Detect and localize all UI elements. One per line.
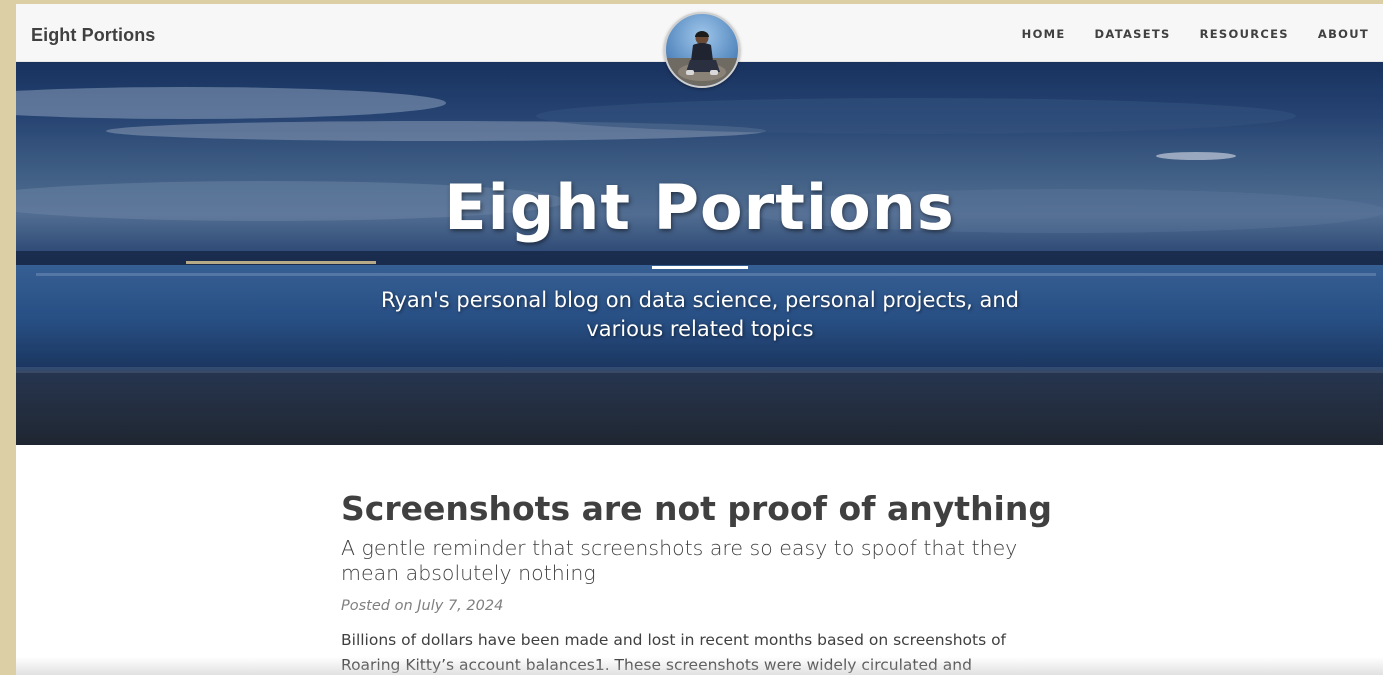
post-meta: Posted on July 7, 2024 [341,598,504,614]
hero-title: Eight Portions [444,171,955,244]
post-title-link[interactable]: Screenshots are not proof of anything [341,488,1061,530]
nav-datasets-link[interactable]: DATASETS [1095,27,1171,41]
nav-home-link[interactable]: HOME [1022,27,1066,41]
hero-banner: Eight Portions Ryan's personal blog on d… [16,61,1383,445]
avatar-portrait-image [666,31,738,86]
nav-about-link[interactable]: ABOUT [1318,27,1369,41]
hero-overlay [16,61,1383,445]
nav-resources-link[interactable]: RESOURCES [1200,27,1289,41]
site-brand-link[interactable]: Eight Portions [31,25,155,46]
post-subtitle[interactable]: A gentle reminder that screenshots are s… [341,536,1031,586]
avatar[interactable] [664,12,740,88]
browser-viewport: Eight Portions HOME DATASETS RESOURCES A… [16,4,1383,675]
post-preview: Screenshots are not proof of anything A … [341,488,1061,675]
hero-divider [652,266,748,269]
hero-subtitle: Ryan's personal blog on data science, pe… [380,288,1020,341]
nav-links: HOME DATASETS RESOURCES ABOUT [993,27,1369,41]
bottom-shadow [16,657,1383,675]
